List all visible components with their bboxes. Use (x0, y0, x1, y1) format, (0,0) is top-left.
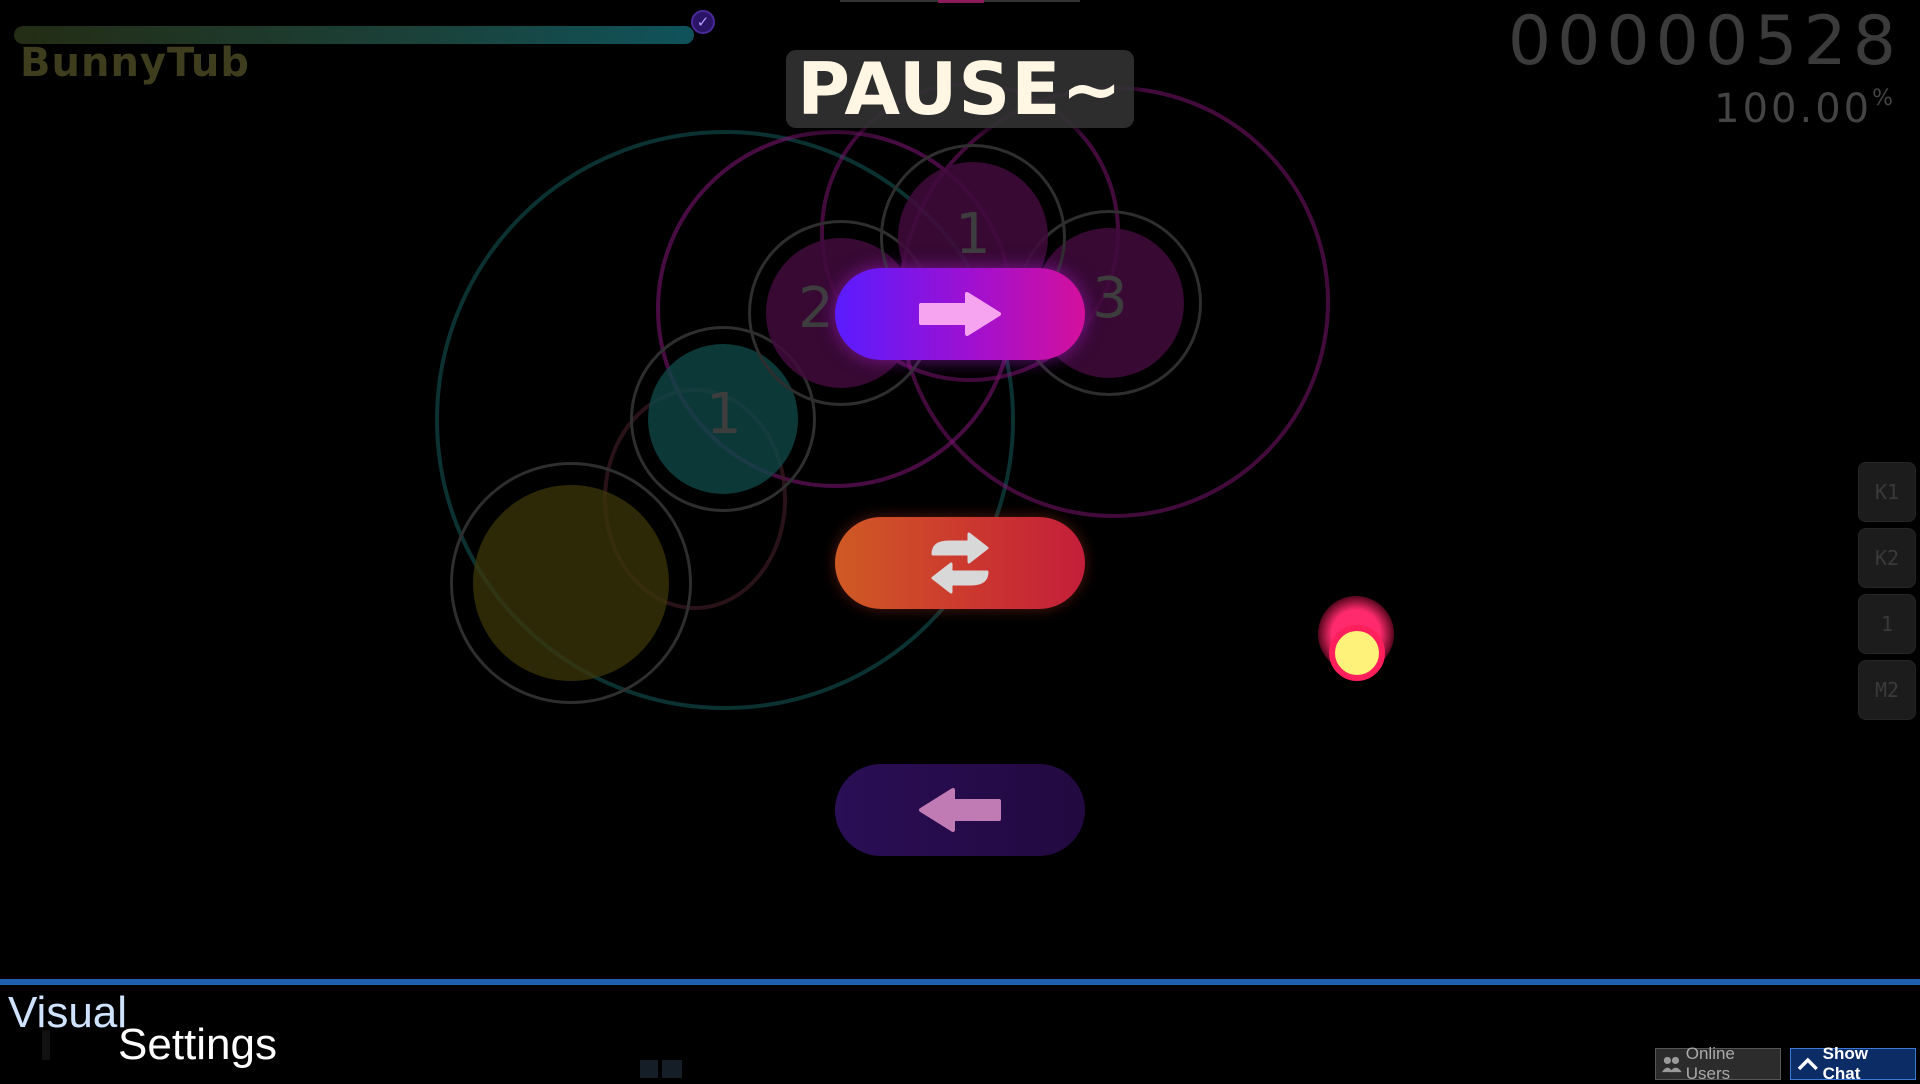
show-chat-label: Show Chat (1822, 1044, 1868, 1083)
online-users-button[interactable]: Online Users (1655, 1044, 1781, 1083)
cursor (1329, 625, 1385, 681)
key-overlay-k1: K1 (1858, 462, 1916, 522)
arrow-right-icon (919, 292, 1001, 336)
panel-title-visual: Visual (8, 988, 128, 1037)
bottom-panel (0, 985, 1920, 1080)
hit-circle-fill (473, 485, 669, 681)
users-icon (1662, 1056, 1682, 1073)
panel-title-settings: Settings (118, 1020, 277, 1069)
combo-number: 1 (955, 202, 991, 267)
pause-title: PAUSE~ (786, 50, 1134, 128)
show-chat-button[interactable]: Show Chat (1790, 1044, 1916, 1083)
online-users-label: Online Users (1685, 1044, 1735, 1083)
combo-number: 1 (706, 382, 742, 447)
retry-icon (931, 532, 989, 594)
panel-square (640, 1060, 658, 1078)
key-overlay-m1: 1 (1858, 594, 1916, 654)
retry-button[interactable] (835, 517, 1085, 609)
key-overlay-k2: K2 (1858, 528, 1916, 588)
panel-square (662, 1060, 682, 1078)
chevron-up-icon (1797, 1057, 1818, 1071)
key-overlay-m2: M2 (1858, 660, 1916, 720)
arrow-left-icon (919, 788, 1001, 832)
back-button[interactable] (835, 764, 1085, 856)
continue-button[interactable] (835, 268, 1085, 360)
